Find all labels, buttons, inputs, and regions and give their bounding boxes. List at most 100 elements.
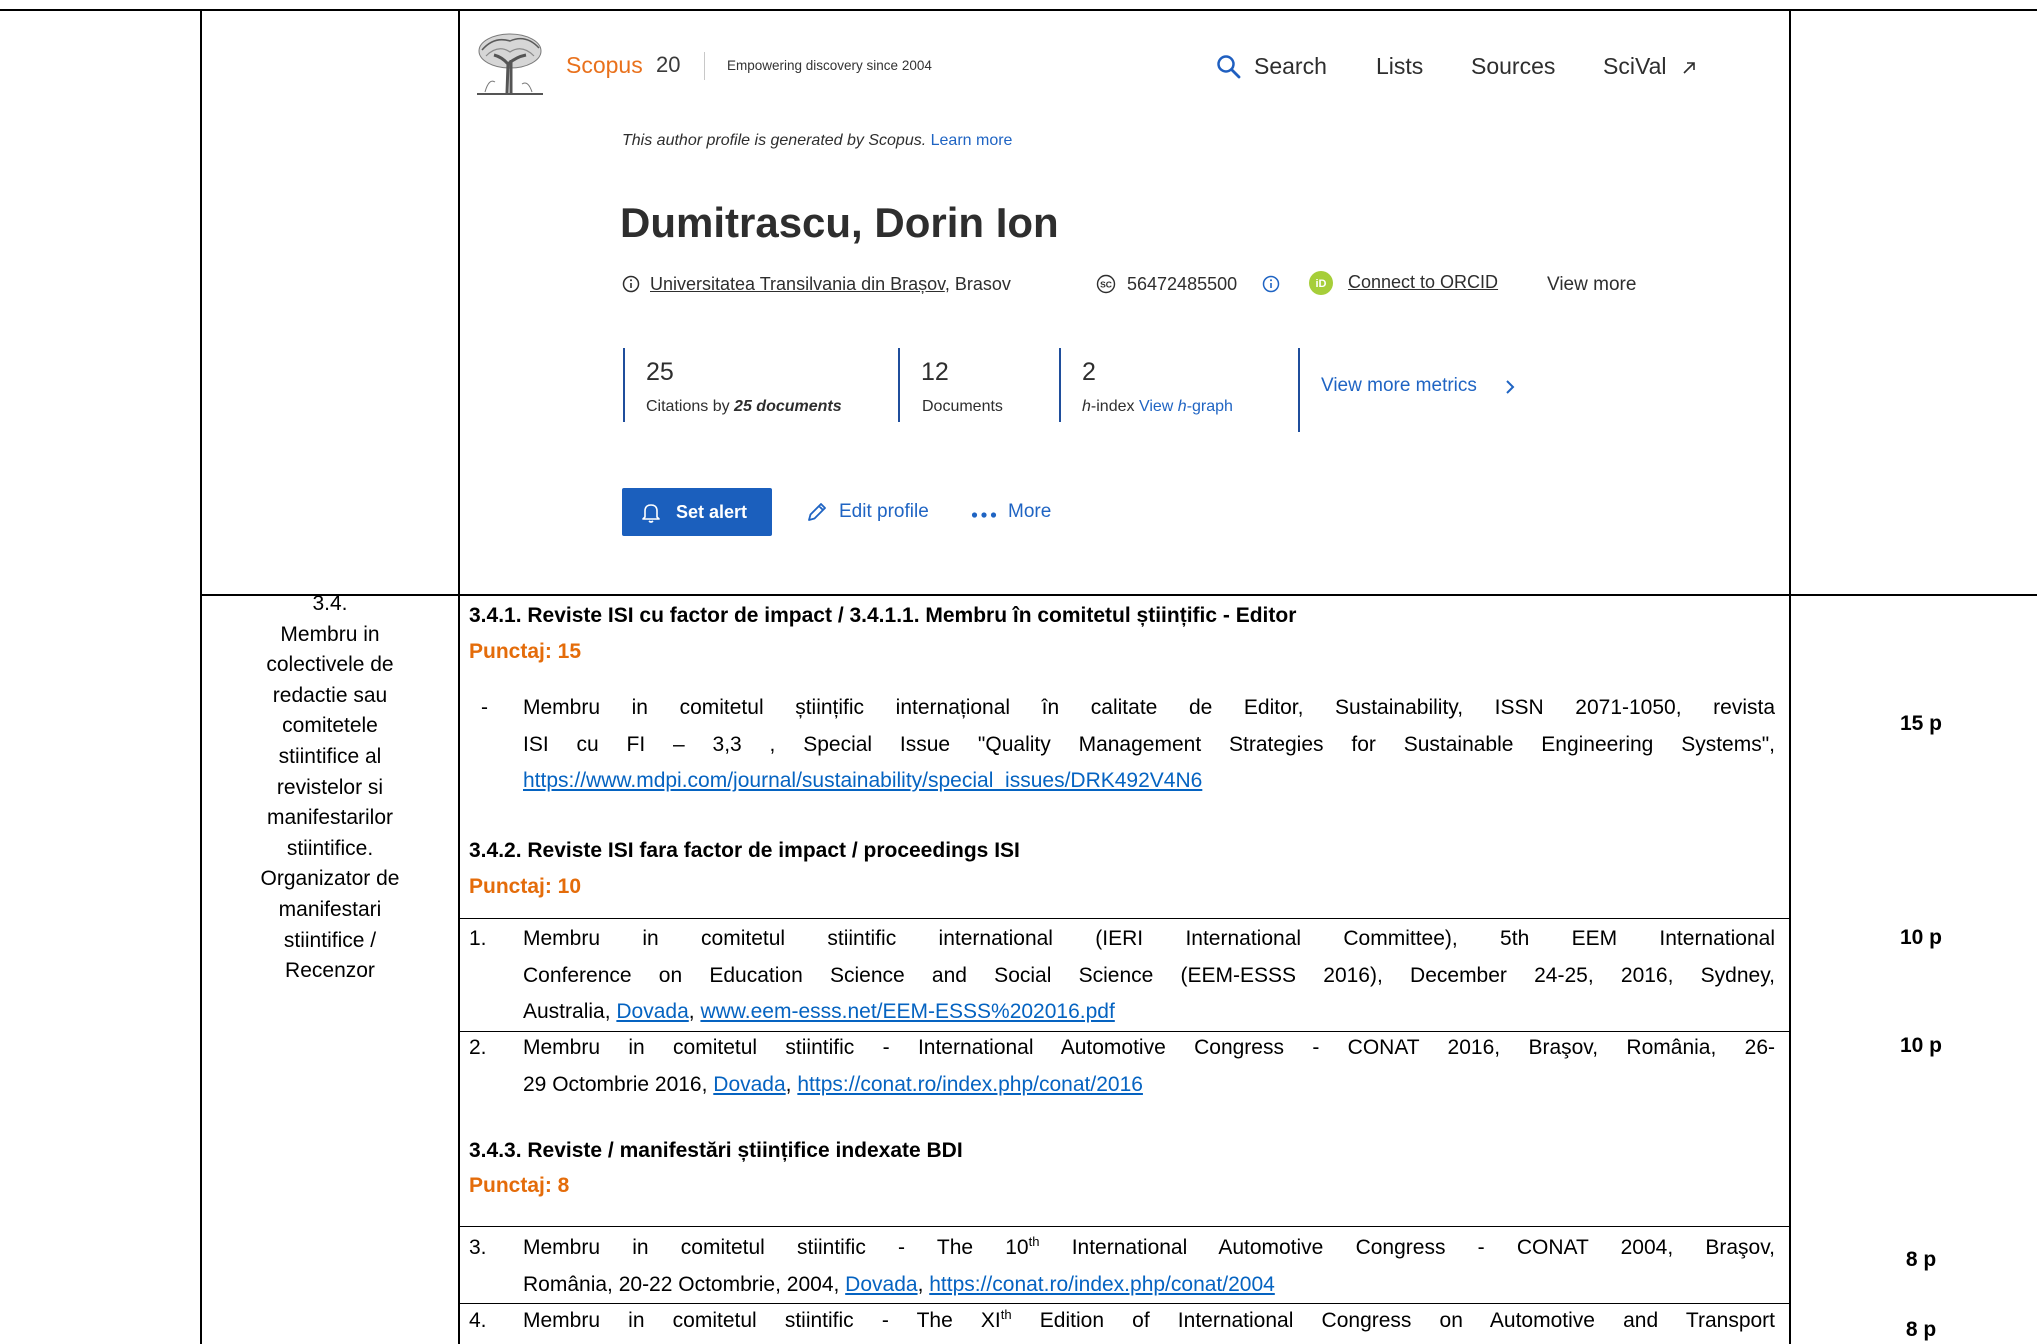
search-icon[interactable]: [1216, 54, 1241, 79]
section-heading: 3.4.1. Reviste ISI cu factor de impact /…: [469, 604, 1297, 627]
info-icon[interactable]: [1262, 275, 1280, 293]
criterion-line: stiintifice /: [283, 928, 377, 952]
item-text: Membru in comitetul științific internați…: [523, 696, 1775, 719]
citations-documents: 25 documents: [734, 398, 842, 415]
view-more-link[interactable]: View more: [1547, 272, 1636, 298]
criterion-line: Membru in: [280, 622, 380, 646]
nav-lists[interactable]: Lists: [1376, 50, 1423, 82]
criterion-line: colectivele de: [266, 653, 394, 677]
view-h-graph-suffix: -graph: [1186, 398, 1233, 415]
criterion-line: redactie sau: [272, 683, 388, 707]
scopus-brand-number: 20: [656, 52, 681, 77]
orcid-icon[interactable]: iD: [1309, 271, 1333, 295]
dovada-link[interactable]: Dovada: [845, 1273, 917, 1296]
nav-scival[interactable]: SciVal: [1603, 50, 1667, 82]
affiliation-city: , Brasov: [944, 274, 1011, 294]
svg-text:iD: iD: [1316, 278, 1327, 290]
criterion-number: 3.4.: [312, 592, 348, 615]
ordinal-suffix: th: [1000, 1307, 1012, 1322]
affiliation-link[interactable]: Universitatea Transilvania din Brașov: [650, 274, 945, 294]
mdpi-link[interactable]: https://www.mdpi.com/journal/sustainabil…: [523, 769, 1202, 792]
set-alert-button[interactable]: Set alert: [622, 488, 772, 536]
item-text: Membru in comitetul stiintific - The XI: [523, 1309, 1001, 1332]
list-item: Membru in comitetul stiintific - The XIt…: [523, 1303, 1775, 1340]
item-text: ,: [917, 1272, 930, 1296]
item-line: România, 20-22 Octombrie, 2004, Dovada, …: [523, 1267, 1775, 1304]
points-value: 8 p: [1905, 1318, 1937, 1341]
section-score: Punctaj: 10: [469, 875, 582, 898]
criterion-cell: 3.4. Membru in colectivele de redactie s…: [201, 589, 459, 987]
points-value: 15 p: [1899, 712, 1943, 735]
criterion-line: stiintifice.: [286, 836, 374, 860]
nav-sources[interactable]: Sources: [1471, 50, 1555, 82]
author-name: Dumitrascu, Dorin Ion: [620, 199, 1059, 246]
view-h-graph-link[interactable]: View h-graph: [1139, 398, 1233, 415]
item-row-divider: [460, 1226, 1789, 1227]
profile-notice-text: This author profile is generated by Scop…: [622, 132, 931, 149]
section-score: Punctaj: 8: [469, 1174, 570, 1197]
scopus-brand[interactable]: Scopus: [566, 50, 643, 80]
citations-value: 25: [646, 358, 674, 386]
points-value: 10 p: [1899, 926, 1943, 949]
info-icon[interactable]: [622, 275, 640, 293]
bell-icon: [640, 501, 662, 523]
elsevier-tree-logo[interactable]: [472, 30, 548, 98]
documents-label[interactable]: Documents: [922, 396, 1003, 418]
conat-2016-link[interactable]: https://conat.ro/index.php/conat/2016: [797, 1073, 1143, 1096]
item-text: Membru in comitetul stiintific internati…: [523, 927, 1775, 950]
criterion-line: Recenzor: [285, 959, 375, 983]
table-top-border: [0, 9, 2037, 11]
criterion-line: manifestarilor: [266, 806, 394, 830]
brand-divider: [704, 52, 705, 80]
conat-2004-link[interactable]: https://conat.ro/index.php/conat/2004: [929, 1273, 1275, 1296]
metric-divider: [1059, 348, 1061, 422]
connect-orcid-link[interactable]: Connect to ORCID: [1348, 269, 1498, 295]
dovada-link[interactable]: Dovada: [713, 1073, 785, 1096]
list-item: Membru in comitetul stiintific - The 10t…: [523, 1230, 1775, 1303]
more-button[interactable]: More: [1008, 499, 1051, 525]
criterion-line: stiintifice al: [278, 744, 382, 768]
h-index-value: 2: [1082, 358, 1096, 386]
metric-divider: [623, 348, 625, 422]
edit-profile-button[interactable]: Edit profile: [839, 499, 929, 525]
chevron-right-icon[interactable]: [1503, 378, 1517, 396]
section-heading: 3.4.2. Reviste ISI fara factor de impact…: [469, 839, 1020, 862]
citations-label-text: Citations by: [646, 398, 735, 415]
pencil-icon[interactable]: [805, 500, 829, 524]
item-line: ISI cu FI – 3,3 , Special Issue "Quality…: [523, 727, 1775, 764]
list-item: Membru in comitetul științific internați…: [523, 690, 1775, 800]
item-text: România, 20-22 Octombrie, 2004,: [523, 1272, 846, 1296]
item-text: ,: [785, 1072, 798, 1096]
item-line: Membru in comitetul stiintific - Interna…: [523, 1030, 1775, 1067]
set-alert-label: Set alert: [676, 502, 748, 522]
author-id: 56472485500: [1127, 274, 1238, 294]
item-line: Australia, Dovada, www.eem-esss.net/EEM-…: [523, 994, 1775, 1031]
item-text: ISI cu FI – 3,3 , Special Issue "Quality…: [523, 732, 1775, 756]
item-line: Conference on Education Science and Soci…: [523, 958, 1775, 995]
item-row-divider: [460, 918, 1789, 919]
view-more-metrics-link[interactable]: View more metrics: [1321, 373, 1477, 399]
item-text: Conference on Education Science and Soci…: [523, 963, 1775, 987]
list-marker: -: [481, 696, 488, 719]
affiliation: Universitatea Transilvania din Brașov, B…: [650, 271, 1011, 297]
list-marker: 4.: [469, 1309, 487, 1332]
list-marker: 1.: [469, 927, 487, 950]
ellipsis-icon[interactable]: [971, 507, 997, 518]
svg-text:SC: SC: [1100, 279, 1112, 289]
external-link-icon[interactable]: [1681, 60, 1697, 76]
nav-search[interactable]: Search: [1254, 50, 1327, 82]
item-line: Membru in comitetul stiintific internati…: [523, 921, 1775, 958]
h-index-text: -index: [1090, 398, 1139, 415]
item-line: 29 Octombrie 2016, Dovada, https://conat…: [523, 1067, 1775, 1104]
h-index-h: h: [1082, 398, 1091, 415]
metric-divider: [898, 348, 900, 422]
list-item: Membru in comitetul stiintific - Interna…: [523, 1030, 1775, 1103]
criterion-line: revistelor si: [276, 775, 384, 799]
citations-label[interactable]: Citations by 25 documents: [646, 396, 842, 418]
eem-esss-link[interactable]: www.eem-esss.net/EEM-ESSS%202016.pdf: [700, 1000, 1114, 1023]
list-marker: 3.: [469, 1236, 487, 1259]
list-marker: 2.: [469, 1036, 487, 1059]
item-line: Membru in comitetul stiintific - The XIt…: [523, 1303, 1775, 1340]
dovada-link[interactable]: Dovada: [616, 1000, 688, 1023]
learn-more-link[interactable]: Learn more: [931, 132, 1013, 149]
